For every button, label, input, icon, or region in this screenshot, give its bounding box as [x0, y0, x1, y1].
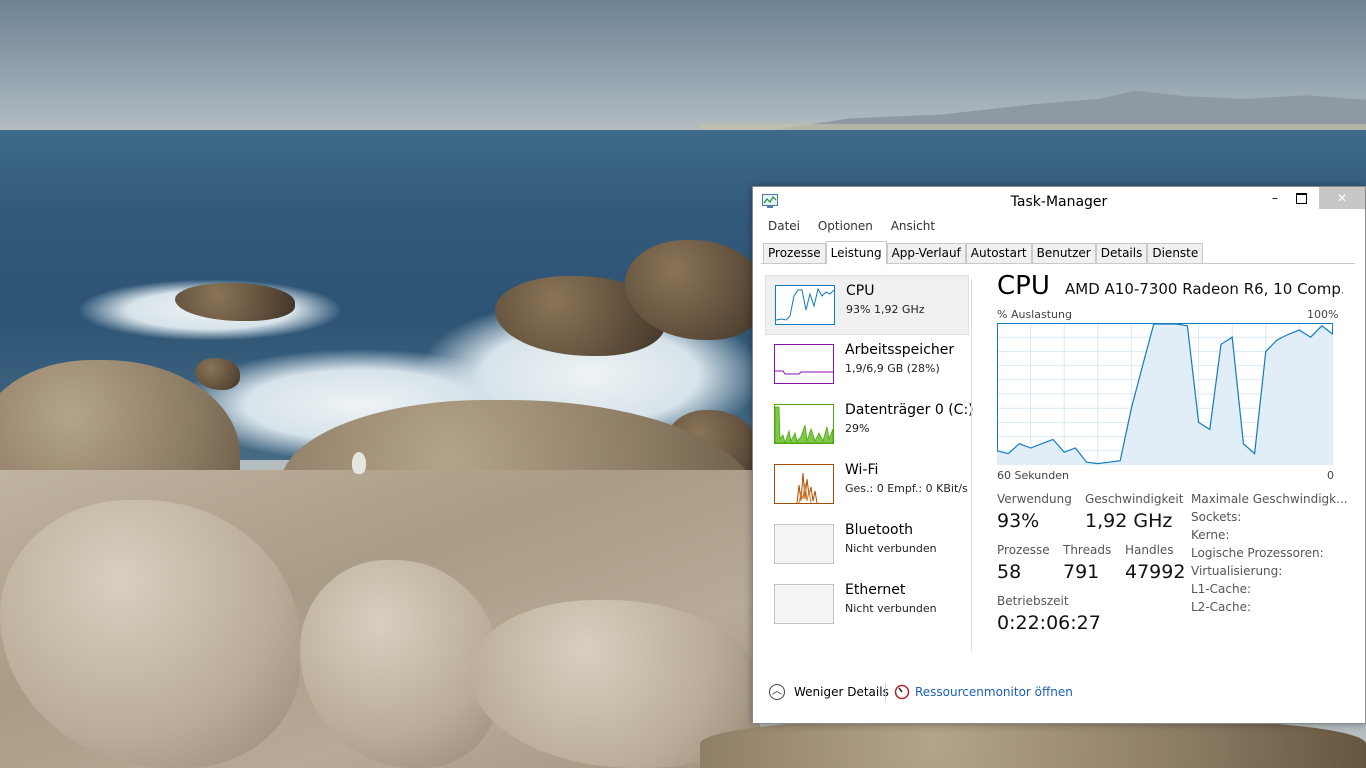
processes-label: Prozesse	[997, 543, 1050, 557]
spec-sockets-label: Sockets:	[1191, 510, 1242, 524]
usage-value: 93%	[997, 510, 1040, 532]
menu-ansicht[interactable]: Ansicht	[883, 217, 941, 233]
resource-subtitle: 93% 1,92 GHz	[846, 303, 925, 316]
speed-label: Geschwindigkeit	[1085, 492, 1184, 506]
graph-x-label: 60 Sekunden	[997, 469, 1069, 482]
menu-bar: Datei Optionen Ansicht	[760, 217, 941, 237]
speed-value: 1,92 GHz	[1085, 510, 1173, 532]
resource-subtitle: Nicht verbunden	[845, 542, 937, 555]
cpu-usage-graph	[997, 323, 1333, 465]
rock	[700, 720, 1366, 768]
graph-y-max: 100%	[1307, 308, 1339, 321]
resource-item-disk[interactable]: Datenträger 0 (C:) 29%	[765, 395, 974, 453]
resource-name: Bluetooth	[845, 522, 913, 538]
menu-datei[interactable]: Datei	[760, 217, 806, 233]
processes-value: 58	[997, 561, 1022, 583]
resource-subtitle: Nicht verbunden	[845, 602, 937, 615]
threads-label: Threads	[1063, 543, 1112, 557]
maximize-button[interactable]	[1289, 187, 1313, 209]
task-manager-window: Task-Manager – ✕ Datei Optionen Ansicht …	[752, 186, 1366, 724]
footer-bar: ︿ Weniger Details Ressourcenmonitor öffn…	[761, 675, 1355, 711]
resource-subtitle: 1,9/6,9 GB (28%)	[845, 362, 940, 375]
resource-name: Arbeitsspeicher	[845, 342, 955, 358]
spec-max-speed-label: Maximale Geschwindigk...	[1191, 492, 1348, 506]
maximize-icon	[1295, 193, 1307, 204]
resource-monitor-icon[interactable]	[894, 684, 910, 700]
spec-l2-cache-label: L2-Cache:	[1191, 600, 1252, 614]
tab-dienste[interactable]: Dienste	[1147, 243, 1204, 265]
performance-panel: CPU 93% 1,92 GHz Arbeitsspeicher 1,9/6,9…	[761, 263, 1355, 669]
bluetooth-thumbnail-graph	[774, 524, 834, 564]
wifi-thumbnail-graph	[774, 464, 834, 504]
title-bar[interactable]: Task-Manager – ✕	[753, 187, 1365, 215]
resource-item-memory[interactable]: Arbeitsspeicher 1,9/6,9 GB (28%)	[765, 335, 967, 393]
graph-x-min: 0	[1327, 469, 1334, 482]
wifi-mini-graph	[796, 472, 818, 503]
resource-item-bluetooth[interactable]: Bluetooth Nicht verbunden	[765, 515, 967, 573]
ethernet-thumbnail-graph	[774, 584, 834, 624]
open-resource-monitor-link[interactable]: Ressourcenmonitor öffnen	[915, 685, 1073, 699]
uptime-value: 0:22:06:27	[997, 612, 1101, 634]
spec-logical-processors-label: Logische Prozessoren:	[1191, 546, 1324, 560]
usage-label: Verwendung	[997, 492, 1072, 506]
tab-app-verlauf[interactable]: App-Verlauf	[886, 243, 966, 265]
disk-thumbnail-graph	[774, 404, 834, 444]
resource-subtitle: Ges.: 0 Empf.: 0 KBit/s	[845, 482, 968, 495]
graph-y-label: % Auslastung	[997, 308, 1072, 321]
spec-l1-cache-label: L1-Cache:	[1191, 582, 1252, 596]
tab-details[interactable]: Details	[1095, 243, 1148, 265]
resource-subtitle: 29%	[845, 422, 870, 435]
cpu-model-name: AMD A10-7300 Radeon R6, 10 Comp...	[1065, 280, 1343, 298]
cpu-mini-graph	[776, 287, 834, 321]
spec-virtualization-label: Virtualisierung:	[1191, 564, 1283, 578]
detail-title: CPU	[997, 271, 1050, 301]
tab-benutzer[interactable]: Benutzer	[1031, 243, 1096, 265]
resource-name: CPU	[846, 283, 875, 299]
handles-value: 47992	[1125, 561, 1186, 583]
memory-mini-graph	[775, 370, 833, 375]
spec-cores-label: Kerne:	[1191, 528, 1230, 542]
threads-value: 791	[1063, 561, 1100, 583]
resource-name: Datenträger 0 (C:)	[845, 402, 974, 418]
cpu-thumbnail-graph	[775, 285, 835, 325]
uptime-label: Betriebszeit	[997, 594, 1069, 608]
resource-name: Ethernet	[845, 582, 906, 598]
chevron-up-icon[interactable]: ︿	[769, 684, 785, 700]
tab-prozesse[interactable]: Prozesse	[763, 243, 826, 265]
tab-leistung[interactable]: Leistung	[825, 241, 887, 265]
footer-separator	[885, 683, 886, 701]
close-button[interactable]: ✕	[1319, 187, 1365, 209]
resource-item-ethernet[interactable]: Ethernet Nicht verbunden	[765, 575, 967, 633]
resource-item-wifi[interactable]: Wi-Fi Ges.: 0 Empf.: 0 KBit/s	[765, 455, 968, 513]
handles-label: Handles	[1125, 543, 1174, 557]
resource-name: Wi-Fi	[845, 462, 879, 478]
menu-optionen[interactable]: Optionen	[810, 217, 879, 233]
resource-item-cpu[interactable]: CPU 93% 1,92 GHz	[765, 275, 969, 335]
seagull	[352, 452, 366, 474]
panel-divider	[971, 279, 972, 651]
tab-autostart[interactable]: Autostart	[965, 243, 1032, 265]
memory-thumbnail-graph	[774, 344, 834, 384]
disk-mini-graph	[775, 406, 833, 443]
fewer-details-button[interactable]: Weniger Details	[794, 685, 889, 699]
tab-bar: Prozesse Leistung App-Verlauf Autostart …	[763, 241, 1204, 265]
